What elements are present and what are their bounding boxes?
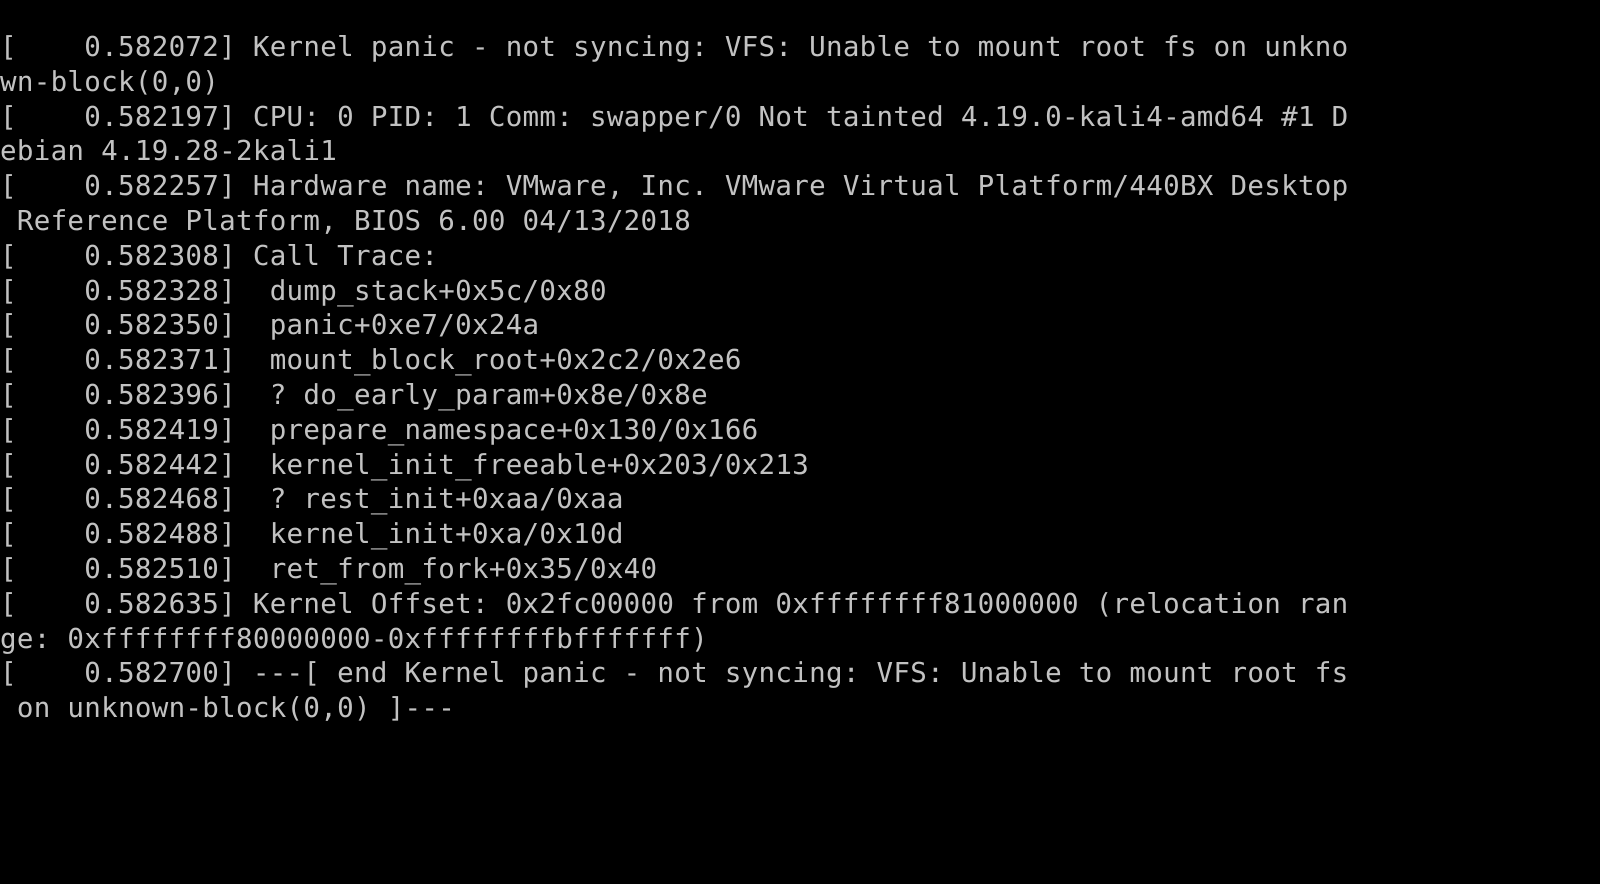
kernel-log-line: [ 0.582442] kernel_init_freeable+0x203/0… [0,448,810,481]
kernel-log-line: ge: 0xffffffff80000000-0xffffffffbffffff… [0,622,708,655]
kernel-log-line: [ 0.582072] Kernel panic - not syncing: … [0,31,1349,63]
kernel-log-line: wn-block(0,0) [0,65,220,98]
kernel-panic-console-screen: [ 0.582072] Kernel panic - not syncing: … [0,0,1600,884]
kernel-log-line: [ 0.582396] ? do_early_param+0x8e/0x8e [0,378,708,411]
kernel-log-output: [ 0.582072] Kernel panic - not syncing: … [0,0,1600,761]
kernel-log-line: [ 0.582257] Hardware name: VMware, Inc. … [0,170,1349,203]
kernel-log-line: Reference Platform, BIOS 6.00 04/13/2018 [0,204,692,237]
kernel-log-line: [ 0.582419] prepare_namespace+0x130/0x16… [0,413,759,446]
kernel-log-line: [ 0.582488] kernel_init+0xa/0x10d [0,518,624,551]
kernel-log-line: [ 0.582371] mount_block_root+0x2c2/0x2e6 [0,344,742,377]
kernel-log-line: ebian 4.19.28-2kali1 [0,135,338,168]
kernel-log-line: [ 0.582635] Kernel Offset: 0x2fc00000 fr… [0,587,1349,620]
kernel-log-line: [ 0.582468] ? rest_init+0xaa/0xaa [0,483,624,516]
kernel-log-line: [ 0.582510] ret_from_fork+0x35/0x40 [0,552,658,585]
kernel-log-line: [ 0.582328] dump_stack+0x5c/0x80 [0,274,607,307]
console-cursor-row [0,726,1600,761]
kernel-log-line: [ 0.582197] CPU: 0 PID: 1 Comm: swapper/… [0,100,1349,133]
kernel-log-line: [ 0.582308] Call Trace: [0,239,439,272]
kernel-log-line: on unknown-block(0,0) ]--- [0,692,456,725]
kernel-log-line: [ 0.582350] panic+0xe7/0x24a [0,309,540,342]
kernel-log-line: [ 0.582700] ---[ end Kernel panic - not … [0,657,1349,690]
